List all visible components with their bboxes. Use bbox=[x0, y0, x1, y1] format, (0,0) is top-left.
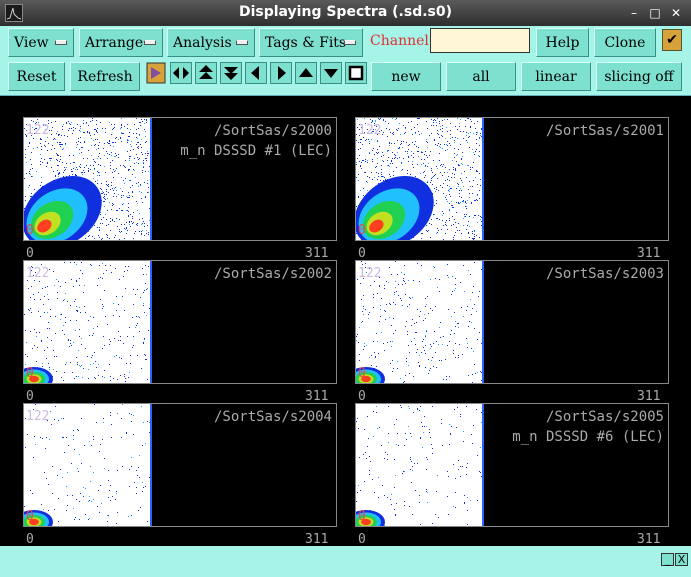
spectrum-path: /SortSas/s2000 bbox=[213, 123, 332, 139]
x-max-label: 311 bbox=[637, 246, 661, 261]
y-min-label: 0 bbox=[358, 366, 366, 381]
spectrum-path: /SortSas/s2005 bbox=[545, 409, 664, 425]
dropdown-icon bbox=[236, 40, 248, 45]
x-max-label: 311 bbox=[637, 389, 661, 404]
minimize-panel-button[interactable]: _ bbox=[661, 553, 674, 566]
x-min-label: 0 bbox=[26, 389, 34, 404]
expand-horizontal-icon[interactable] bbox=[170, 62, 192, 84]
plot-region bbox=[356, 404, 484, 526]
minimize-icon[interactable]: – bbox=[627, 6, 641, 20]
arrange-menu-label: Arrange bbox=[85, 35, 144, 51]
window-title: Displaying Spectra (.sd.s0) bbox=[238, 4, 453, 20]
spectrum-panel[interactable]: /SortSas/s2003 122 0 bbox=[355, 260, 669, 384]
channel-label: Channel: bbox=[370, 33, 434, 49]
x-min-label: 0 bbox=[26, 246, 34, 261]
x-min-label: 0 bbox=[358, 532, 366, 547]
x-max-label: 311 bbox=[305, 532, 329, 547]
close-icon[interactable]: ✕ bbox=[669, 6, 683, 20]
spectrum-panel[interactable]: /SortSas/s2005 m_n DSSSD #6 (LEC) 0 bbox=[355, 403, 669, 527]
close-panel-button[interactable]: X bbox=[675, 553, 688, 566]
reset-button[interactable]: Reset bbox=[8, 62, 65, 91]
option-checkbox[interactable]: ✔ bbox=[662, 29, 682, 51]
spectrum-path: /SortSas/s2001 bbox=[545, 123, 664, 139]
spectrum-path: /SortSas/s2003 bbox=[545, 266, 664, 282]
x-min-label: 0 bbox=[26, 532, 34, 547]
all-button[interactable]: all bbox=[446, 62, 516, 91]
spectrum-subtitle: m_n DSSSD #1 (LEC) bbox=[180, 143, 332, 159]
y-min-label: 0 bbox=[358, 223, 366, 238]
dropdown-icon bbox=[344, 40, 356, 45]
x-max-label: 311 bbox=[637, 532, 661, 547]
spectrum-subtitle: m_n DSSSD #6 (LEC) bbox=[512, 429, 664, 445]
dropdown-icon bbox=[55, 40, 67, 45]
dropdown-icon bbox=[144, 40, 156, 45]
spectrum-panel[interactable]: /SortSas/s2004 122 0 bbox=[23, 403, 337, 527]
y-min-label: 0 bbox=[26, 223, 34, 238]
new-button[interactable]: new bbox=[371, 62, 441, 91]
y-max-label: 122 bbox=[358, 123, 382, 138]
clone-button[interactable]: Clone bbox=[594, 28, 656, 57]
analysis-menu[interactable]: Analysis bbox=[167, 28, 255, 57]
arrow-left-icon[interactable] bbox=[245, 62, 267, 84]
slicing-button[interactable]: slicing off bbox=[596, 62, 682, 91]
y-max-label: 122 bbox=[358, 266, 382, 281]
x-max-label: 311 bbox=[305, 389, 329, 404]
x-min-label: 0 bbox=[358, 389, 366, 404]
view-menu[interactable]: View bbox=[8, 28, 74, 57]
x-min-label: 0 bbox=[358, 246, 366, 261]
y-max-label: 122 bbox=[26, 266, 50, 281]
status-bar: _ X bbox=[0, 546, 691, 577]
arrow-down-icon[interactable] bbox=[320, 62, 342, 84]
analysis-menu-label: Analysis bbox=[173, 35, 232, 51]
title-bar: Displaying Spectra (.sd.s0) – □ ✕ bbox=[0, 0, 691, 26]
x-max-label: 311 bbox=[305, 246, 329, 261]
toolbar: View Arrange Analysis Tags & Fits Channe… bbox=[0, 26, 691, 96]
tags-fits-menu[interactable]: Tags & Fits bbox=[259, 28, 363, 57]
y-min-label: 0 bbox=[26, 509, 34, 524]
linear-button[interactable]: linear bbox=[521, 62, 591, 91]
spectrum-panel[interactable]: /SortSas/s2001 122 0 bbox=[355, 117, 669, 241]
refresh-button[interactable]: Refresh bbox=[70, 62, 140, 91]
spectrum-path: /SortSas/s2002 bbox=[213, 266, 332, 282]
spectrum-path: /SortSas/s2004 bbox=[213, 409, 332, 425]
spectrum-panel[interactable]: /SortSas/s2002 122 0 bbox=[23, 260, 337, 384]
double-arrow-up-icon[interactable] bbox=[195, 62, 217, 84]
y-max-label: 122 bbox=[26, 409, 50, 424]
y-max-label: 122 bbox=[26, 123, 50, 138]
arrow-right-icon[interactable] bbox=[270, 62, 292, 84]
cursor-select-icon[interactable] bbox=[146, 62, 166, 84]
tags-fits-menu-label: Tags & Fits bbox=[265, 35, 347, 51]
y-min-label: 0 bbox=[358, 509, 366, 524]
channel-input[interactable] bbox=[430, 28, 530, 53]
arrow-up-icon[interactable] bbox=[295, 62, 317, 84]
y-min-label: 0 bbox=[26, 366, 34, 381]
arrange-menu[interactable]: Arrange bbox=[79, 28, 163, 57]
help-button[interactable]: Help bbox=[536, 28, 589, 57]
stop-square-icon[interactable] bbox=[345, 62, 367, 84]
spectrum-panel[interactable]: /SortSas/s2000 m_n DSSSD #1 (LEC) 122 0 bbox=[23, 117, 337, 241]
view-menu-label: View bbox=[14, 35, 49, 51]
double-arrow-down-icon[interactable] bbox=[220, 62, 242, 84]
maximize-icon[interactable]: □ bbox=[648, 6, 662, 20]
